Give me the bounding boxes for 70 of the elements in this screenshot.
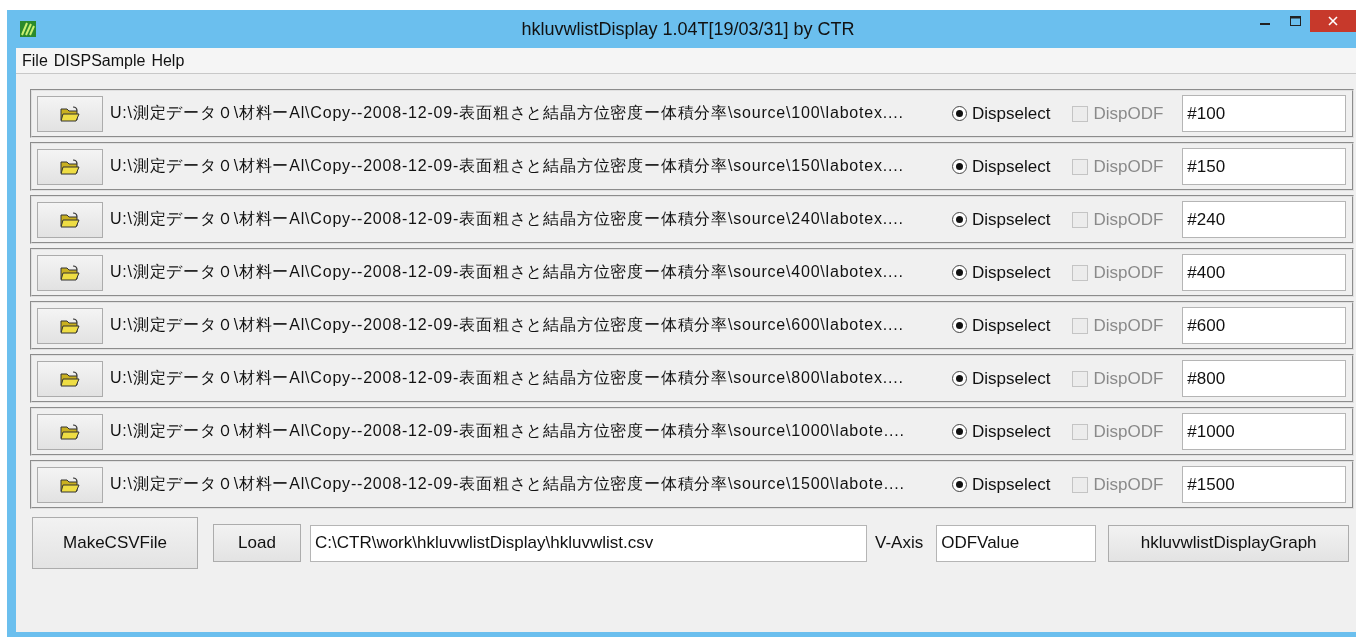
- open-folder-icon: [60, 423, 80, 440]
- menu-item[interactable]: Help: [149, 51, 189, 70]
- checkbox-label: DispODF: [1093, 315, 1164, 336]
- close-icon: [1328, 16, 1338, 26]
- open-folder-button[interactable]: [37, 148, 103, 185]
- make-csv-button[interactable]: MakeCSVFile: [32, 517, 198, 569]
- file-path: U:\測定データ０\材料ーAl\Copy--2008-12-09-表面粗さと結晶方位密度ー体積分率\source\800\labotex....: [110, 368, 905, 388]
- file-path: U:\測定データ０\材料ーAl\Copy--2008-12-09-表面粗さと結晶方位密度ー体積分率\source\1000\labote....: [110, 421, 906, 441]
- open-folder-button[interactable]: [37, 307, 103, 344]
- csv-path-field[interactable]: C:\CTR\work\hkluvwlistDisplay\hkluvwlist.csv: [310, 524, 867, 562]
- checkbox-label: DispODF: [1093, 421, 1164, 442]
- radio-button[interactable]: [952, 212, 967, 227]
- radio-label: Dispselect: [972, 262, 1051, 283]
- file-path: U:\測定データ０\材料ーAl\Copy--2008-12-09-表面粗さと結晶方位密度ー体積分率\source\150\labotex....: [110, 156, 905, 176]
- open-folder-icon: [60, 264, 80, 281]
- radio-button[interactable]: [952, 424, 967, 439]
- checkbox-label: DispODF: [1093, 156, 1164, 177]
- open-folder-button[interactable]: [37, 413, 103, 450]
- menu-item[interactable]: DISPSample: [51, 51, 150, 70]
- radio-label: Dispselect: [972, 103, 1051, 124]
- radio-button[interactable]: [952, 265, 967, 280]
- radio-label: Dispselect: [972, 474, 1051, 495]
- sample-name-field[interactable]: #1500: [1182, 466, 1347, 503]
- file-path: U:\測定データ０\材料ーAl\Copy--2008-12-09-表面粗さと結晶方位密度ー体積分率\source\400\labotex....: [110, 262, 905, 282]
- minimize-icon: [1260, 23, 1270, 25]
- radio-button[interactable]: [952, 371, 967, 386]
- v-axis-field[interactable]: ODFValue: [936, 524, 1097, 562]
- open-folder-icon: [60, 317, 80, 334]
- radio-label: Dispselect: [972, 315, 1051, 336]
- checkbox-label: DispODF: [1093, 103, 1164, 124]
- v-axis-label: V-Axis: [875, 533, 924, 553]
- open-folder-icon: [60, 105, 80, 122]
- sample-name-field[interactable]: #600: [1182, 307, 1347, 344]
- radio-label: Dispselect: [972, 156, 1051, 177]
- sample-name-field[interactable]: #1000: [1182, 413, 1347, 450]
- open-folder-icon: [60, 158, 80, 175]
- file-path: U:\測定データ０\材料ーAl\Copy--2008-12-09-表面粗さと結晶方位密度ー体積分率\source\1500\labote....: [110, 474, 906, 494]
- checkbox-label: DispODF: [1093, 368, 1164, 389]
- radio-label: Dispselect: [972, 421, 1051, 442]
- sample-name-field[interactable]: #240: [1182, 201, 1347, 238]
- menu-item[interactable]: File: [20, 51, 52, 70]
- open-folder-button[interactable]: [37, 360, 103, 397]
- radio-label: Dispselect: [972, 368, 1051, 389]
- checkbox-label: DispODF: [1093, 474, 1164, 495]
- open-folder-icon: [60, 370, 80, 387]
- open-folder-icon: [60, 476, 80, 493]
- file-path: U:\測定データ０\材料ーAl\Copy--2008-12-09-表面粗さと結晶方位密度ー体積分率\source\100\labotex....: [110, 103, 905, 123]
- radio-button[interactable]: [952, 318, 967, 333]
- sample-name-field[interactable]: #150: [1182, 148, 1347, 185]
- checkbox-label: DispODF: [1093, 209, 1164, 230]
- sample-name-field[interactable]: #400: [1182, 254, 1347, 291]
- display-graph-button[interactable]: hkluvwlistDisplayGraph: [1108, 524, 1350, 562]
- open-folder-icon: [60, 211, 80, 228]
- app-icon: [20, 21, 36, 37]
- open-folder-button[interactable]: [37, 254, 103, 291]
- radio-button[interactable]: [952, 106, 967, 121]
- open-folder-button[interactable]: [37, 95, 103, 132]
- sample-name-field[interactable]: #800: [1182, 360, 1347, 397]
- load-button[interactable]: Load: [213, 524, 301, 562]
- window-title: hkluvwlistDisplay 1.04T[19/03/31] by CTR: [520, 18, 856, 40]
- open-folder-button[interactable]: [37, 201, 103, 238]
- radio-label: Dispselect: [972, 209, 1051, 230]
- file-path: U:\測定データ０\材料ーAl\Copy--2008-12-09-表面粗さと結晶方位密度ー体積分率\source\600\labotex....: [110, 315, 905, 335]
- file-path: U:\測定データ０\材料ーAl\Copy--2008-12-09-表面粗さと結晶方位密度ー体積分率\source\240\labotex....: [110, 209, 905, 229]
- checkbox-label: DispODF: [1093, 262, 1164, 283]
- radio-button[interactable]: [952, 477, 967, 492]
- open-folder-button[interactable]: [37, 466, 103, 503]
- radio-button[interactable]: [952, 159, 967, 174]
- sample-name-field[interactable]: #100: [1182, 95, 1347, 132]
- maximize-icon: [1289, 16, 1301, 26]
